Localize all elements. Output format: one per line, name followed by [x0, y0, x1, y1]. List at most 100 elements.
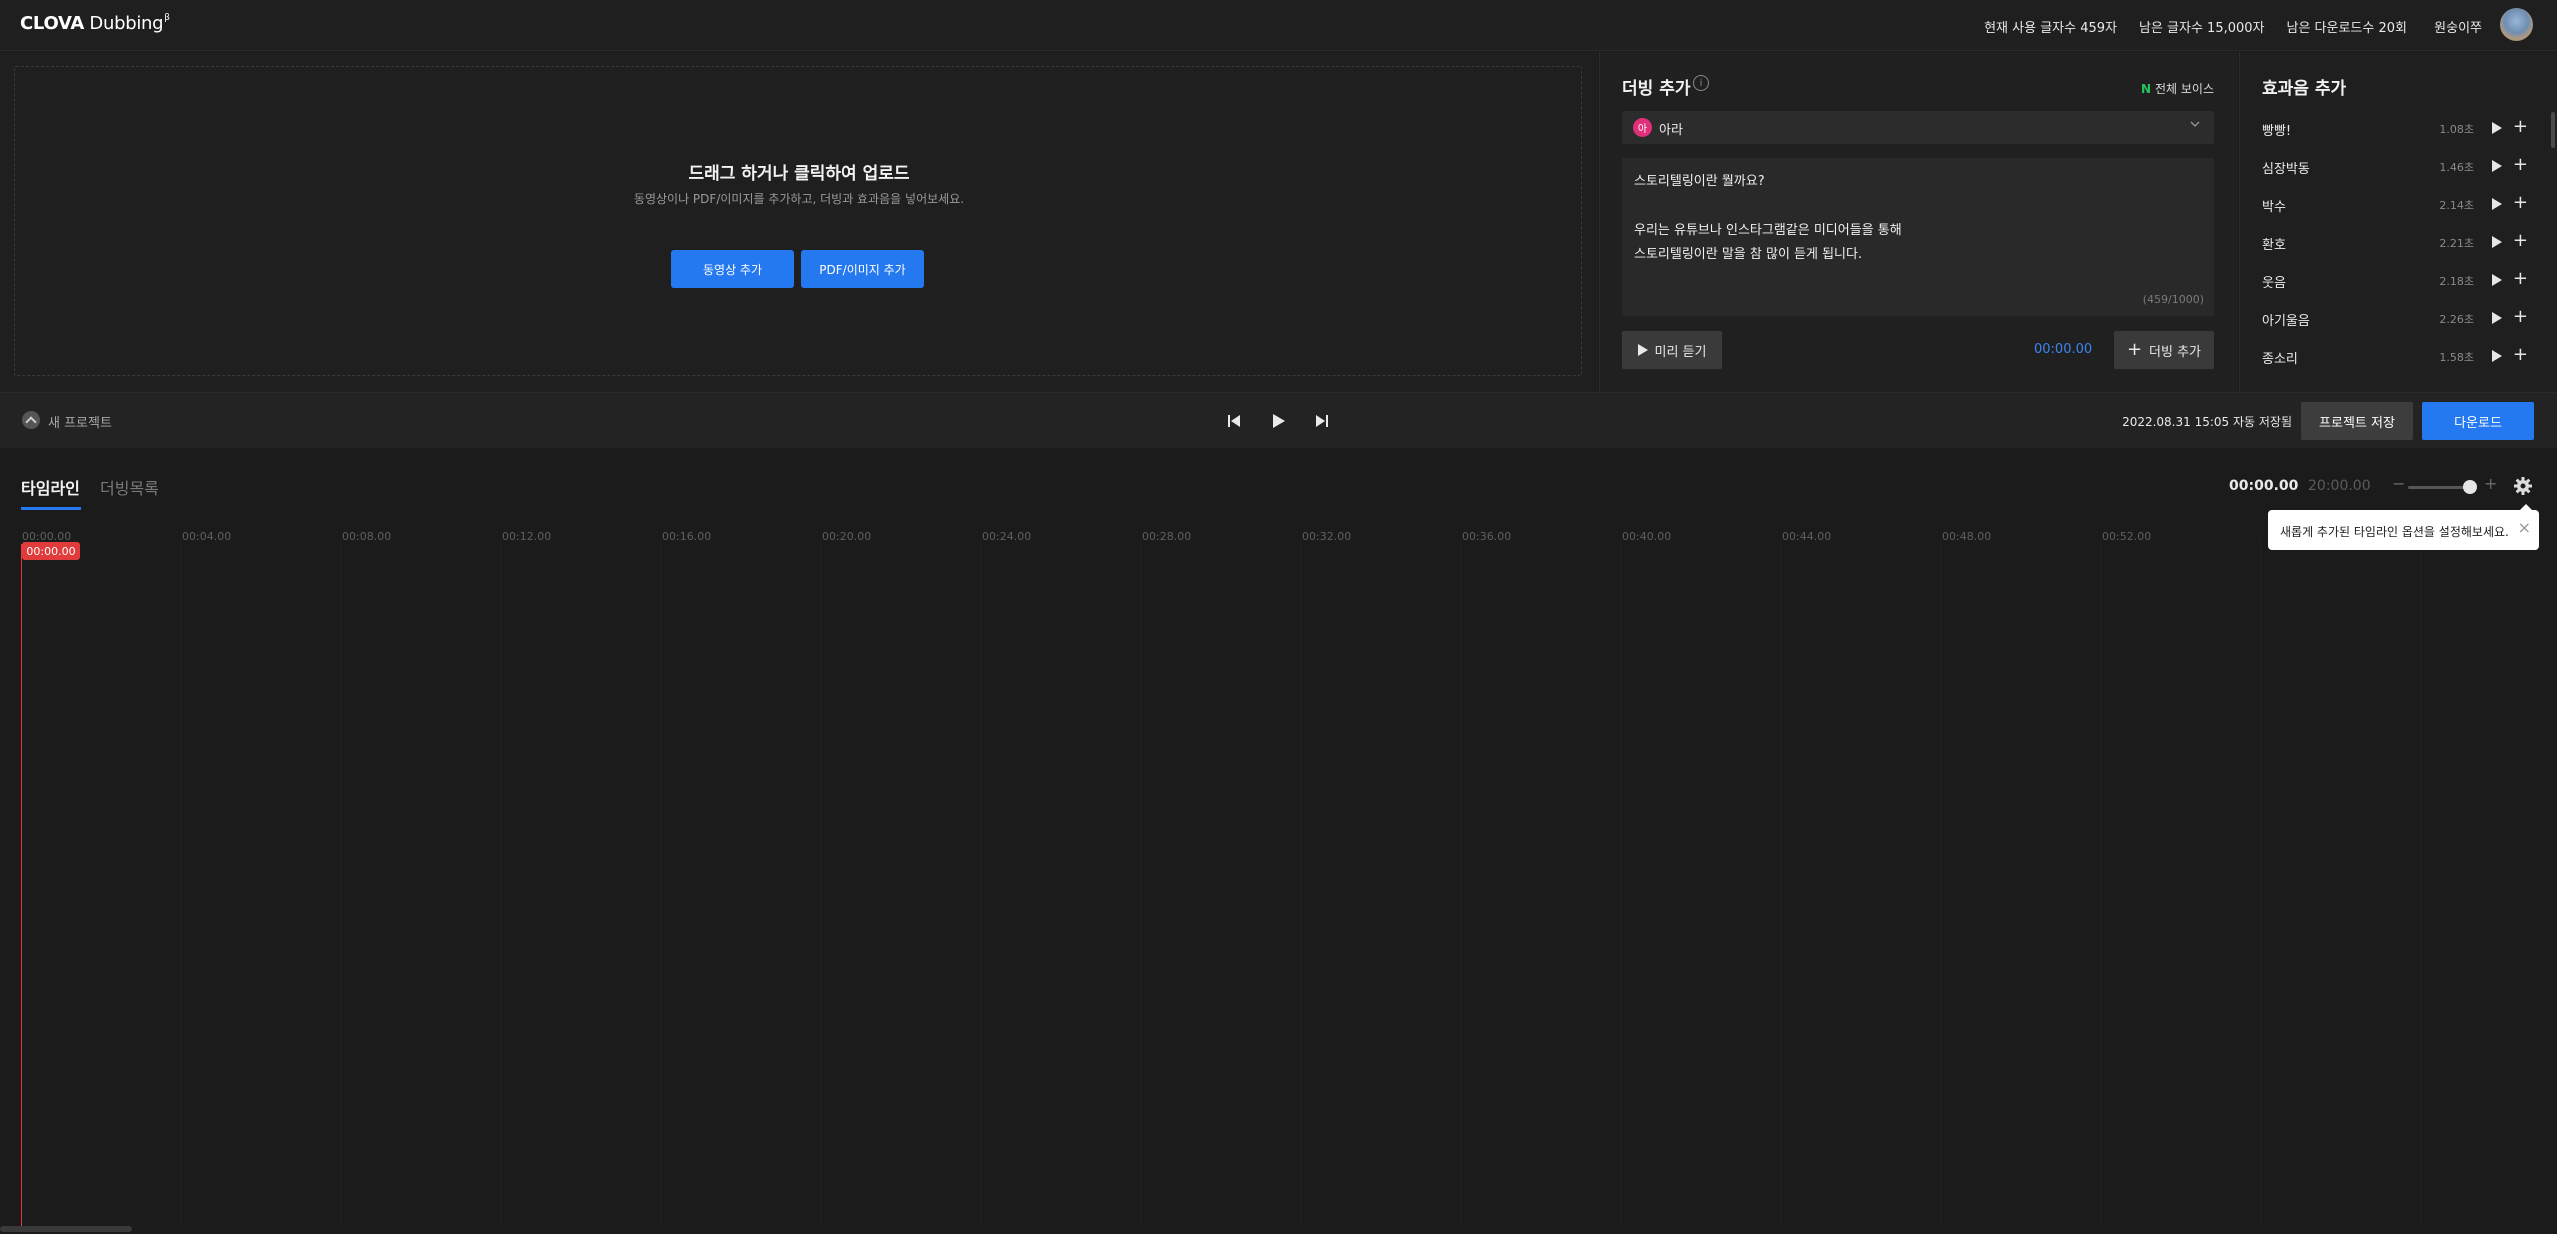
save-project-button[interactable]: 프로젝트 저장	[2301, 402, 2413, 440]
plus-icon[interactable]: +	[2513, 269, 2528, 289]
preview-button[interactable]: 미리 듣기	[1622, 331, 1722, 369]
tick-label: 00:48.00	[1942, 530, 1992, 543]
timeline-options-tooltip: 새롭게 추가된 타임라인 옵션을 설정해보세요. ×	[2268, 504, 2539, 550]
gear-icon[interactable]	[2513, 476, 2533, 496]
playhead-time[interactable]: 00:00.00	[22, 542, 80, 560]
usage-remaining-chars: 남은 글자수 15,000자	[2138, 21, 2265, 36]
play-icon[interactable]	[1267, 410, 1289, 432]
dubbing-text-input[interactable]: 스토리텔링이란 뭘까요? 우리는 유튜브나 인스타그램같은 미디어들을 통해 스…	[1622, 158, 2214, 316]
chevron-up-icon[interactable]	[22, 411, 40, 429]
timeline-scrollbar[interactable]	[0, 1226, 132, 1232]
plus-icon[interactable]: +	[2513, 231, 2528, 251]
sfx-duration: 1.46초	[2439, 161, 2474, 174]
upload-title: 드래그 하거나 클릭하여 업로드	[688, 164, 910, 184]
voice-name: 아라	[1659, 123, 1683, 138]
playhead[interactable]	[21, 544, 22, 1232]
tick-label: 00:44.00	[1782, 530, 1832, 543]
tick-label: 00:52.00	[2102, 530, 2152, 543]
sfx-scrollbar[interactable]	[2551, 112, 2555, 148]
timeline-ruler[interactable]: 00:00.00 00:04.00 00:08.00 00:12.00 00:1…	[0, 526, 2557, 546]
all-voices-label: 전체 보이스	[2154, 82, 2214, 96]
voice-select[interactable]: 아 아라	[1622, 111, 2214, 144]
sfx-name: 박수	[2262, 200, 2286, 215]
sfx-duration: 2.18초	[2439, 275, 2474, 288]
sfx-duration: 1.58초	[2439, 351, 2474, 364]
grid-line	[980, 540, 981, 1226]
play-icon[interactable]	[2492, 122, 2502, 134]
plus-icon: +	[2126, 339, 2143, 360]
tick-label: 00:32.00	[1302, 530, 1352, 543]
sfx-item: 빵빵! 1.08초 +	[2262, 117, 2532, 140]
sfx-name: 빵빵!	[2262, 124, 2292, 139]
add-dub-button[interactable]: + 더빙 추가	[2114, 331, 2214, 369]
grid-line	[1140, 540, 1141, 1226]
play-icon[interactable]	[2492, 312, 2502, 324]
sfx-panel: 효과음 추가 빵빵! 1.08초 + 심장박동 1.46초 + 박수 2.14초…	[2239, 52, 2557, 392]
project-name[interactable]: 새 프로젝트	[48, 412, 112, 431]
new-badge: N	[2140, 82, 2151, 96]
app-logo[interactable]: CLOVA Dubbingβ	[20, 13, 170, 34]
tick-label: 00:36.00	[1462, 530, 1512, 543]
grid-line	[1300, 540, 1301, 1226]
sfx-item: 아기울음 2.26초 +	[2262, 307, 2532, 330]
plus-icon[interactable]: +	[2513, 155, 2528, 175]
grid-line	[820, 540, 821, 1226]
play-icon[interactable]	[2492, 198, 2502, 210]
text-line: 우리는 유튜브나 인스타그램같은 미디어들을 통해	[1634, 223, 1902, 238]
upload-panel: 드래그 하거나 클릭하여 업로드 동영상이나 PDF/이미지를 추가하고, 더빙…	[0, 52, 1598, 392]
dubbing-title: 더빙 추가	[1622, 79, 1691, 99]
logo-product: Dubbing	[89, 13, 164, 34]
tick-label: 00:24.00	[982, 530, 1032, 543]
plus-icon[interactable]: +	[2513, 345, 2528, 365]
info-icon[interactable]: i	[1693, 75, 1709, 91]
grid-line	[1780, 540, 1781, 1226]
plus-icon[interactable]: +	[2513, 193, 2528, 213]
tab-timeline[interactable]: 타임라인	[21, 475, 80, 499]
logo-brand: CLOVA	[20, 13, 84, 34]
add-video-button[interactable]: 동영상 추가	[671, 250, 794, 288]
sfx-item: 환호 2.21초 +	[2262, 231, 2532, 254]
grid-line	[180, 540, 181, 1226]
sfx-item: 종소리 1.58초 +	[2262, 345, 2532, 368]
voice-avatar: 아	[1633, 118, 1652, 137]
plus-icon[interactable]: +	[2513, 117, 2528, 137]
avatar[interactable]	[2500, 8, 2533, 41]
grid-line	[340, 540, 341, 1226]
preview-label: 미리 듣기	[1654, 344, 1707, 360]
sfx-name: 아기울음	[2262, 314, 2310, 329]
logo-beta: β	[164, 13, 170, 23]
play-icon[interactable]	[2492, 274, 2502, 286]
dubbing-time: 00:00.00	[2034, 342, 2093, 357]
play-icon[interactable]	[2492, 350, 2502, 362]
grid-line	[1940, 540, 1941, 1226]
sfx-title: 효과음 추가	[2262, 79, 2347, 99]
sfx-duration: 2.14초	[2439, 199, 2474, 212]
sfx-name: 심장박동	[2262, 162, 2310, 177]
zoom-slider-handle[interactable]	[2463, 480, 2477, 494]
grid-line	[660, 540, 661, 1226]
timeline-current-time: 00:00.00	[2229, 478, 2299, 494]
tick-label: 00:40.00	[1622, 530, 1672, 543]
tab-dub-list[interactable]: 더빙목록	[100, 475, 159, 499]
play-icon[interactable]	[2492, 160, 2502, 172]
all-voices-link[interactable]: N 전체 보이스	[2141, 80, 2214, 97]
tick-label: 00:04.00	[182, 530, 232, 543]
add-pdf-button[interactable]: PDF/이미지 추가	[801, 250, 924, 288]
play-icon	[1637, 344, 1648, 356]
sfx-item: 심장박동 1.46초 +	[2262, 155, 2532, 178]
skip-forward-icon[interactable]	[1311, 410, 1333, 432]
grid-line	[1620, 540, 1621, 1226]
upload-dropzone[interactable]	[14, 66, 1582, 376]
skip-back-icon[interactable]	[1223, 410, 1245, 432]
download-button[interactable]: 다운로드	[2422, 402, 2534, 440]
zoom-in-button[interactable]: +	[2484, 474, 2497, 493]
username[interactable]: 원숭이쭈	[2434, 17, 2482, 36]
close-icon[interactable]: ×	[2518, 520, 2531, 536]
grid-line	[2100, 540, 2101, 1226]
zoom-out-button[interactable]: −	[2392, 474, 2405, 493]
play-icon[interactable]	[2492, 236, 2502, 248]
text-line: 스토리텔링이란 뭘까요?	[1634, 174, 1765, 189]
plus-icon[interactable]: +	[2513, 307, 2528, 327]
chevron-down-icon	[2190, 121, 2200, 127]
tick-label: 00:08.00	[342, 530, 392, 543]
